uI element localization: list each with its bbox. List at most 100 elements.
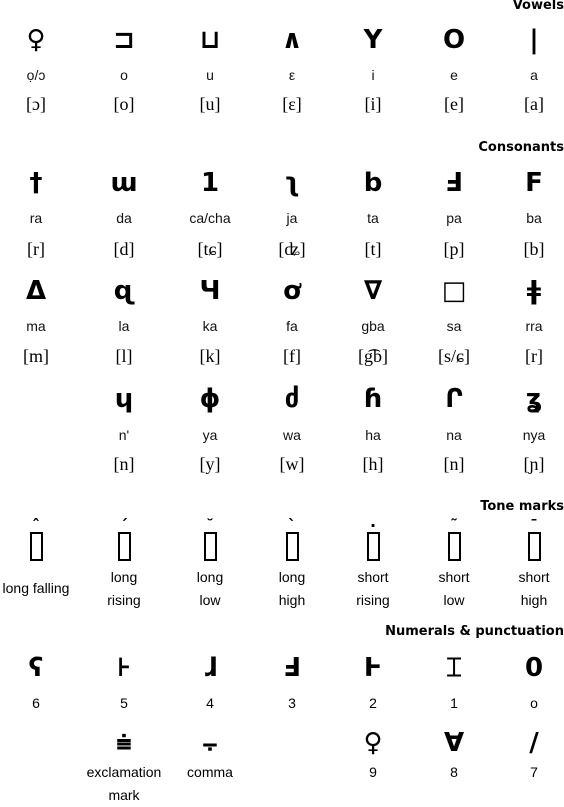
ipa-transcription: [l] <box>115 346 133 366</box>
romanization: pa <box>446 210 462 226</box>
romanization: ta <box>367 210 379 226</box>
ipa-transcription: [u] <box>199 94 221 114</box>
numeral-glyph: 0 <box>524 653 544 683</box>
letter-glyph: 1 <box>200 168 220 198</box>
letter-glyph: ∇ <box>363 276 383 306</box>
ipa-transcription: [t] <box>364 239 382 259</box>
numeral-label: comma <box>187 764 233 780</box>
letter-glyph: ∧ <box>281 25 303 55</box>
tone-mark: ¯ <box>504 516 564 566</box>
ipa-transcription: [ɔ] <box>26 94 46 114</box>
ipa-transcription: [f] <box>283 346 301 366</box>
romanization: sa <box>446 318 462 334</box>
romanization: ba <box>526 210 542 226</box>
ipa-transcription: [ʥ] <box>278 239 306 259</box>
tone-diacritic: ¯ <box>530 516 538 535</box>
ipa-transcription: [w] <box>279 454 305 474</box>
ipa-transcription: [e] <box>444 94 464 114</box>
ipa-transcription: [ɲ] <box>523 454 545 474</box>
letter-glyph: b <box>363 168 383 198</box>
numeral-glyph: ⩧ <box>116 728 132 758</box>
ipa-transcription: [n] <box>443 454 465 474</box>
numeral-glyph: ⨪ <box>202 728 218 758</box>
letter-glyph: Y <box>363 25 383 55</box>
ipa-transcription: [o] <box>113 94 135 114</box>
placeholder-box <box>117 532 131 561</box>
placeholder-box <box>203 532 217 561</box>
letter-glyph: ʓ <box>525 384 543 414</box>
ipa-transcription: [a] <box>524 94 544 114</box>
romanization: ca/cha <box>189 210 231 226</box>
romanization: da <box>116 210 132 226</box>
letter-glyph: Ր <box>445 384 463 414</box>
romanization: ja <box>286 210 298 226</box>
romanization: ka <box>202 318 218 334</box>
letter-glyph: ɥ <box>114 384 134 414</box>
ipa-transcription: [ɛ] <box>282 94 302 114</box>
letter-glyph: ⊐ <box>113 25 135 55</box>
numeral-label: 5 <box>120 695 128 711</box>
tone-label: short <box>518 569 550 585</box>
romanization: la <box>118 318 130 334</box>
tone-mark: ˋ <box>262 516 322 566</box>
ipa-transcription: [g͡b] <box>358 346 388 366</box>
letter-glyph: ɦ <box>363 384 383 414</box>
placeholder-box <box>29 532 43 561</box>
section-heading-numerals: Numerals & punctuation <box>385 624 564 639</box>
numeral-glyph: Ɐ <box>443 728 465 758</box>
romanization: i <box>371 67 375 83</box>
ipa-transcription: [b] <box>523 239 545 259</box>
placeholder-box <box>366 532 380 561</box>
letter-glyph: ơ <box>283 276 301 306</box>
romanization: na <box>446 427 462 443</box>
letter-glyph: Ⅎ <box>445 168 463 198</box>
tone-mark: · <box>343 518 403 566</box>
ipa-transcription: [tɕ] <box>197 239 223 259</box>
letter-glyph: F <box>525 168 543 198</box>
ipa-transcription: [r] <box>525 346 543 366</box>
ipa-transcription: [y] <box>199 454 221 474</box>
section-heading-vowels: Vowels <box>512 0 564 13</box>
tone-mark: ˜ <box>424 518 484 566</box>
tone-diacritic: ˆ <box>32 516 40 535</box>
numeral-glyph: ⊦ <box>116 653 132 683</box>
letter-glyph: Δ <box>25 276 47 306</box>
letter-glyph: ⊔ <box>199 25 221 55</box>
romanization: ma <box>26 318 46 334</box>
romanization: ya <box>202 427 218 443</box>
ipa-transcription: [s/ɕ] <box>438 346 470 366</box>
letter-glyph: ɋ <box>113 276 135 306</box>
letter-glyph: ძ <box>284 384 300 414</box>
romanization: fa <box>286 318 298 334</box>
numeral-glyph: ɺ <box>203 653 217 683</box>
tone-mark: ˆ <box>6 516 66 566</box>
romanization: rra <box>525 318 543 334</box>
letter-glyph: † <box>29 168 43 198</box>
ipa-transcription: [d] <box>113 239 135 259</box>
tone-diacritic: ˋ <box>288 516 296 535</box>
section-heading-tone-marks: Tone marks <box>480 499 564 514</box>
numeral-label: o <box>530 695 538 711</box>
numeral-glyph: / <box>529 728 539 758</box>
romanization: e <box>450 67 458 83</box>
tone-diacritic: ˘ <box>206 516 214 535</box>
letter-glyph: ϕ <box>199 384 221 414</box>
romanization: u <box>206 67 214 83</box>
numeral-label: mark <box>108 787 140 803</box>
ipa-transcription: [k] <box>199 346 221 366</box>
letter-glyph: ♀ <box>26 25 46 55</box>
numeral-glyph: Ⅎ <box>283 653 301 683</box>
romanization: a <box>530 67 538 83</box>
letter-glyph: ǂ <box>526 276 542 306</box>
romanization: n' <box>118 427 130 443</box>
tone-label: high <box>520 592 548 608</box>
numeral-glyph: ♀ <box>363 728 383 758</box>
ipa-transcription: [r] <box>27 239 45 259</box>
letter-glyph: | <box>529 25 539 55</box>
letter-glyph: ɯ <box>110 168 138 198</box>
ipa-transcription: [i] <box>364 94 382 114</box>
romanization: gba <box>361 318 385 334</box>
romanization: ha <box>365 427 381 443</box>
placeholder-box <box>447 532 461 561</box>
romanization: ε <box>288 67 296 83</box>
